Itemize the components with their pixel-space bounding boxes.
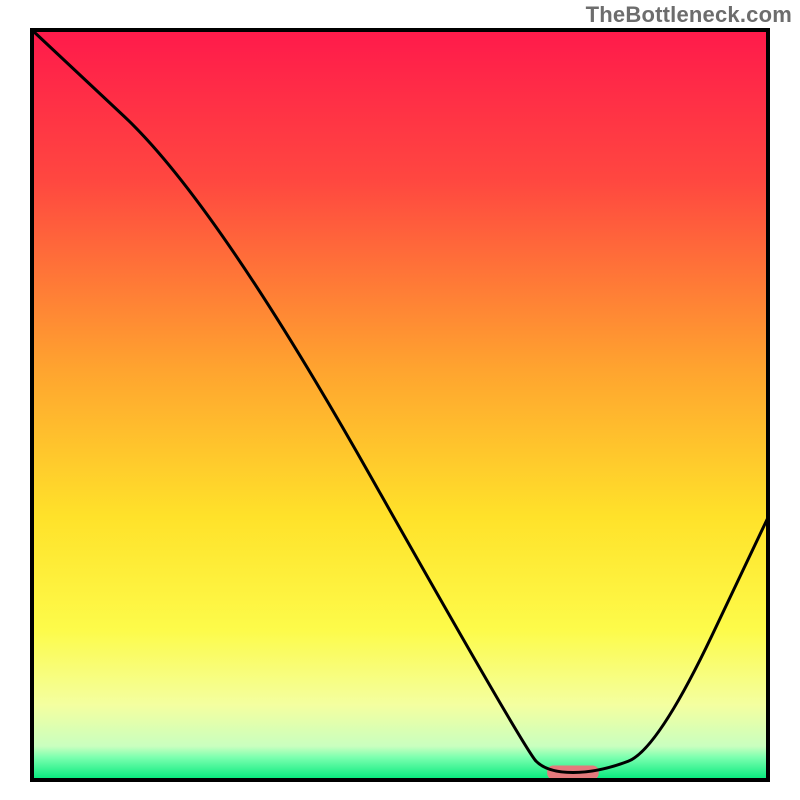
plot-background — [32, 30, 768, 780]
bottleneck-chart — [0, 0, 800, 800]
chart-container: TheBottleneck.com — [0, 0, 800, 800]
plot-area — [32, 30, 768, 780]
